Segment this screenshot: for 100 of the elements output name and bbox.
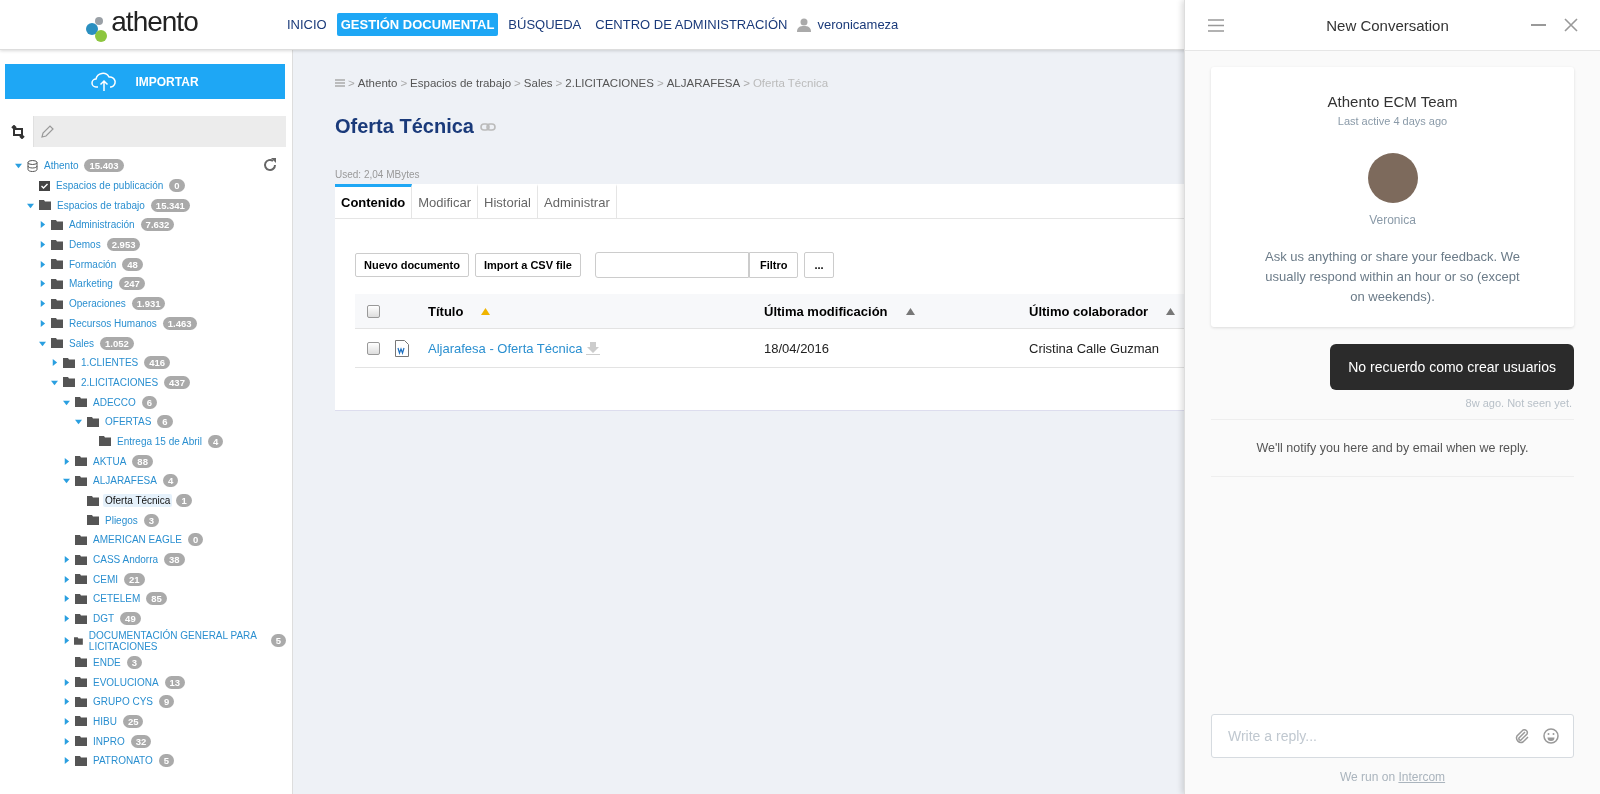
tree-toggle-icon[interactable] [39,300,46,308]
download-icon[interactable] [586,341,601,355]
tree-toggle-icon[interactable] [63,615,70,623]
tree-item[interactable]: Espacios de trabajo [55,198,147,212]
link-icon[interactable] [479,122,496,131]
tree-toggle-icon[interactable] [63,477,70,485]
tree-toggle-icon[interactable] [39,221,46,229]
tab[interactable]: Modificar [412,184,478,218]
row-checkbox[interactable] [367,341,380,355]
tree-toggle-icon[interactable] [27,201,34,209]
intercom-link[interactable]: Intercom [1398,770,1446,784]
pencil-icon[interactable] [40,124,54,139]
breadcrumb-link[interactable]: Sales [523,77,553,89]
column-header[interactable]: Título [428,303,464,319]
more-button[interactable]: ... [804,252,834,278]
paperclip-icon[interactable] [1514,728,1530,744]
tab[interactable]: Administrar [538,184,617,218]
filter-field[interactable] [595,252,749,278]
tab[interactable]: Historial [478,184,538,218]
tree-item[interactable]: PATRONATO [91,754,155,768]
tree-item[interactable]: DOCUMENTACIÓN GENERAL PARA LICITACIONES [86,628,267,653]
tree-item[interactable]: Athento [42,159,81,173]
breadcrumb-link[interactable]: Espacios de trabajo [410,77,512,89]
menu-icon[interactable] [1208,18,1224,32]
tree-toggle-icon[interactable] [63,556,70,564]
emoji-icon[interactable] [1543,728,1559,744]
tree-item[interactable]: CEMI [91,572,120,586]
tree-toggle-icon[interactable] [63,398,70,406]
reply-field[interactable]: Write a reply... [1211,714,1574,758]
sort-arrow-icon[interactable] [905,307,915,315]
user-link[interactable]: veronicameza [817,17,899,32]
tree-item[interactable]: HIBU [91,714,119,728]
reply-input[interactable]: Write a reply... [1226,727,1501,745]
tree-toggle-icon[interactable] [63,717,70,725]
tree-item[interactable]: Marketing [67,277,115,291]
tree-toggle-icon[interactable] [63,698,70,706]
tree-item[interactable]: Oferta Técnica [103,494,173,508]
breadcrumb-link[interactable]: 2.LICITACIONES [565,77,654,89]
breadcrumb-link[interactable]: ALJARAFESA [666,77,741,89]
tree-toggle-icon[interactable] [51,359,58,367]
tree-item[interactable]: Espacios de publicación [54,179,166,193]
tree-toggle-icon[interactable] [39,339,46,347]
minimize-icon[interactable] [1531,23,1546,27]
tree-item[interactable]: ADECCO [91,395,138,409]
count-badge: 7.632 [140,218,175,232]
tree-item[interactable]: AKTUA [91,454,129,468]
import-button[interactable]: IMPORTAR [5,64,285,99]
sort-arrow-icon[interactable] [481,307,491,315]
tree-toggle-icon[interactable] [63,737,70,745]
tree-item[interactable]: 2.LICITACIONES [79,375,161,389]
tree-item[interactable]: EVOLUCIONA [91,675,161,689]
tree-item[interactable]: CETELEM [91,592,143,606]
tree-toggle-icon[interactable] [63,595,70,603]
tree-item[interactable]: Demos [67,238,103,252]
breadcrumb-link[interactable]: Athento [357,77,398,89]
tree-toggle-icon[interactable] [63,757,70,765]
tree-item[interactable]: Entrega 15 de Abril [115,434,205,448]
tree-toggle-icon[interactable] [51,378,58,386]
tree-toggle-icon[interactable] [39,260,46,268]
tree-item[interactable]: ENDE [91,655,123,669]
tree-item[interactable]: Sales [67,336,96,350]
tree-item[interactable]: INPRO [91,734,127,748]
filter-button[interactable]: Filtro [749,252,799,278]
column-header[interactable]: Último colaborador [1029,303,1149,319]
tab[interactable]: Contenido [335,184,413,218]
tree-item[interactable]: OFERTAS [103,415,154,429]
tree-toggle-icon[interactable] [39,280,46,288]
tree-toggle-icon[interactable] [39,319,46,327]
column-header[interactable]: Última modificación [764,303,888,319]
tree-item[interactable]: GRUPO CYS [91,695,155,709]
close-icon[interactable] [1564,18,1578,32]
tree-toggle-icon[interactable] [75,418,82,426]
tree-item[interactable]: DGT [91,612,117,626]
tree-item[interactable]: Recursos Humanos [67,316,159,330]
nav-link[interactable]: CENTRO DE ADMINISTRACIÓN [591,13,792,36]
tree-item[interactable]: Operaciones [67,297,128,311]
tree-item[interactable]: 1.CLIENTES [79,356,141,370]
nav-link[interactable]: INICIO [283,13,331,36]
tree-item[interactable]: CASS Andorra [91,553,161,567]
tree-item[interactable]: ALJARAFESA [91,474,159,488]
select-all-checkbox[interactable] [367,304,380,318]
tree-toggle-icon[interactable] [63,678,70,686]
tree-item[interactable]: Pliegos [103,513,140,527]
menu-icon[interactable] [335,79,345,87]
avatar-placeholder [1367,153,1418,203]
nav-link[interactable]: BÚSQUEDA [504,13,586,36]
tree-item[interactable]: Administración [67,218,137,232]
action-button[interactable]: Nuevo documento [355,253,469,277]
tree-toggle-icon[interactable] [39,241,46,249]
refresh-icon[interactable] [262,157,278,173]
tree-toggle-icon[interactable] [63,637,70,644]
document-link[interactable]: Aljarafesa - Oferta Técnica [428,340,583,356]
tree-item[interactable]: Formación [67,257,119,271]
tree-toggle-icon[interactable] [63,575,70,583]
tree-toggle-icon[interactable] [15,162,22,170]
nav-link[interactable]: GESTIÓN DOCUMENTAL [336,13,499,36]
tree-toggle-icon[interactable] [63,457,70,465]
action-button[interactable]: Import a CSV file [474,253,581,277]
sort-arrow-icon[interactable] [1166,307,1176,315]
tree-item[interactable]: AMERICAN EAGLE [91,533,184,547]
